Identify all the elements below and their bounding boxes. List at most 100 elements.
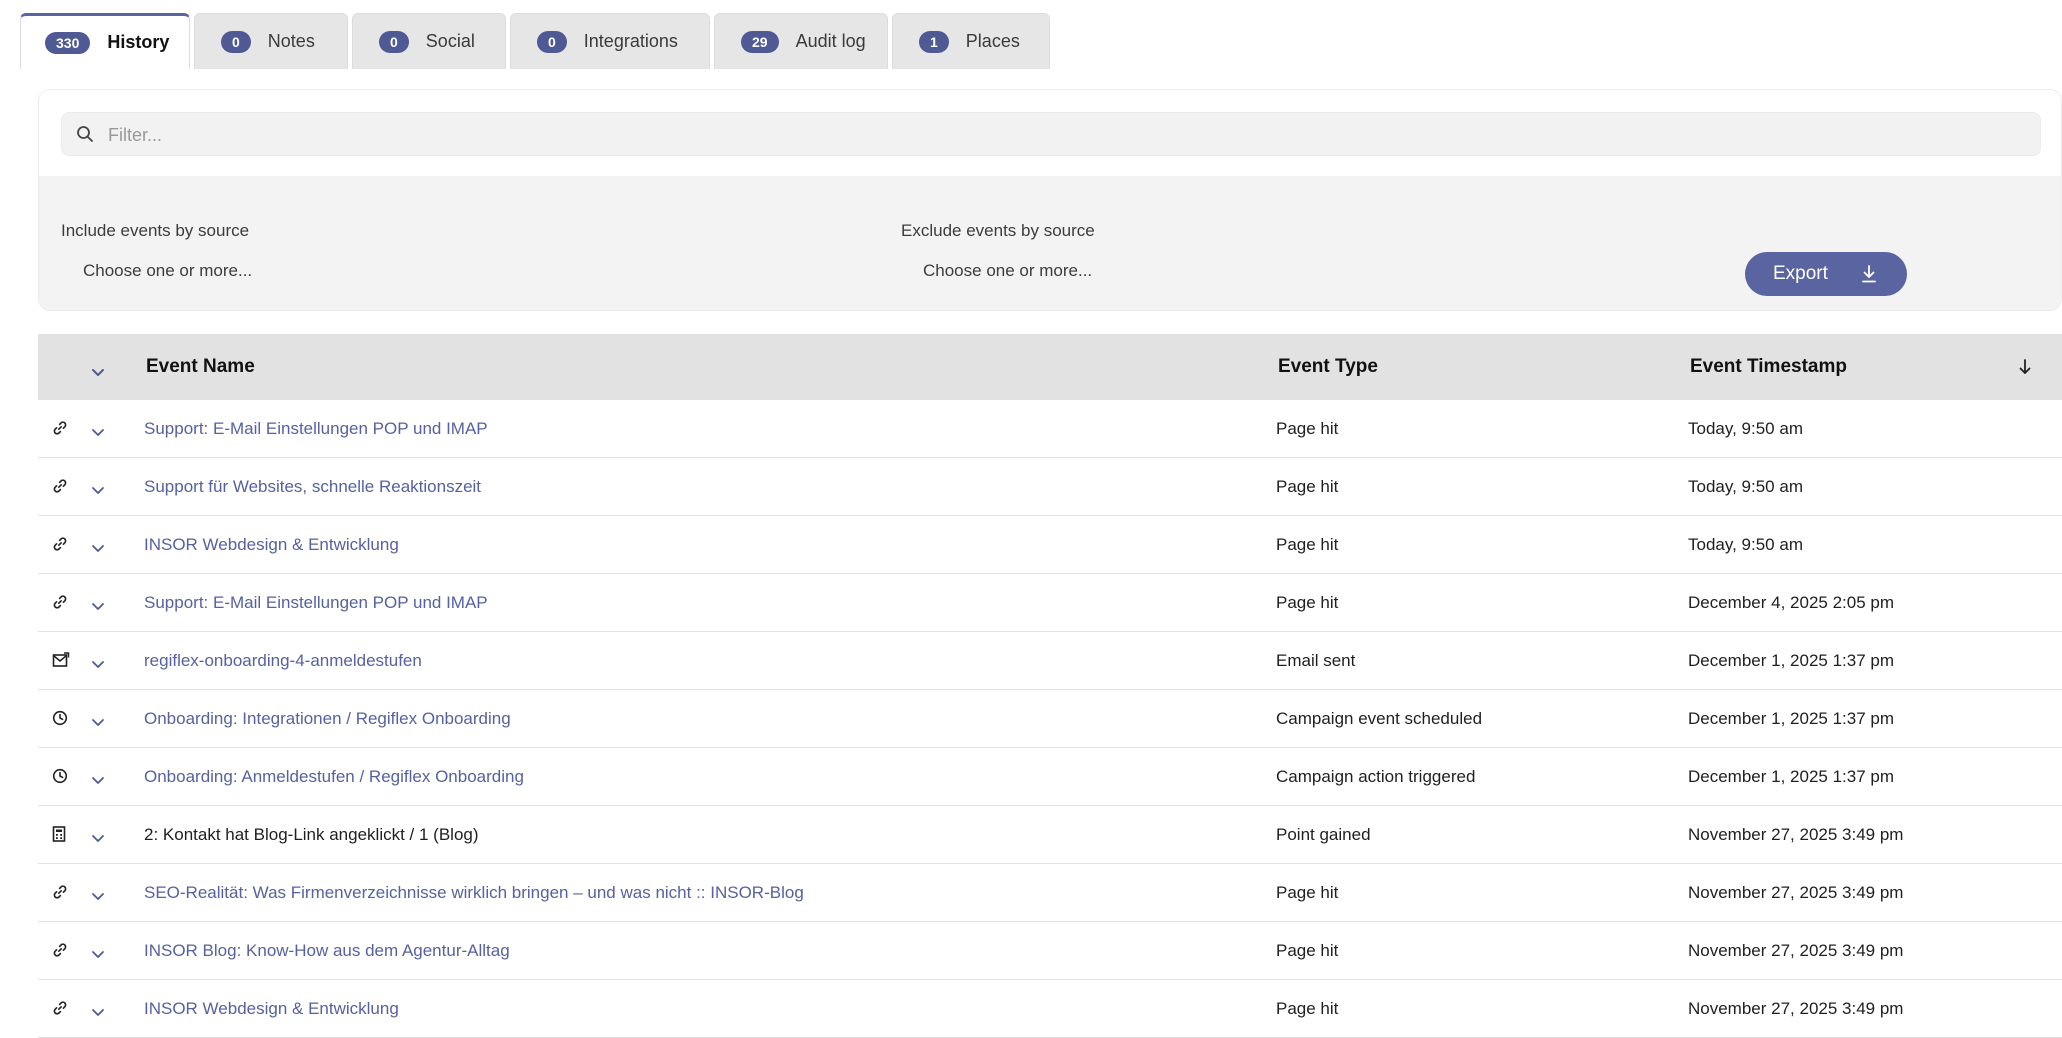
include-source-select[interactable]: Choose one or more... bbox=[83, 261, 252, 281]
tab-count-badge: 0 bbox=[537, 30, 567, 53]
expand-all-chevron-icon[interactable] bbox=[91, 362, 115, 384]
clock-icon bbox=[52, 710, 82, 731]
tab-history[interactable]: 330 History bbox=[20, 13, 190, 69]
export-button[interactable]: Export bbox=[1745, 252, 1907, 296]
tab-places[interactable]: 1 Places bbox=[892, 13, 1050, 69]
row-expand-chevron-icon[interactable] bbox=[91, 771, 115, 791]
download-icon bbox=[1862, 265, 1876, 283]
row-expand-chevron-icon[interactable] bbox=[91, 481, 115, 501]
link-icon bbox=[52, 1000, 82, 1021]
event-name-link[interactable]: INSOR Blog: Know-How aus dem Agentur-All… bbox=[144, 922, 510, 980]
event-name-link[interactable]: INSOR Webdesign & Entwicklung bbox=[144, 980, 399, 1038]
row-expand-chevron-icon[interactable] bbox=[91, 597, 115, 617]
source-filters: Include events by source Choose one or m… bbox=[39, 176, 2061, 310]
event-timestamp: December 1, 2025 1:37 pm bbox=[1688, 709, 1895, 728]
header-event-timestamp[interactable]: Event Timestamp bbox=[1690, 334, 1847, 400]
event-type: Page hit bbox=[1276, 419, 1339, 438]
event-type: Page hit bbox=[1276, 477, 1339, 496]
event-name-link[interactable]: Support: E-Mail Einstellungen POP und IM… bbox=[144, 574, 488, 632]
search-area bbox=[39, 90, 2061, 176]
clock-icon bbox=[52, 768, 82, 789]
tab-count-badge: 29 bbox=[741, 30, 779, 53]
row-expand-chevron-icon[interactable] bbox=[91, 829, 115, 849]
table-row: Support: E-Mail Einstellungen POP und IM… bbox=[38, 574, 2062, 632]
tab-label: Places bbox=[965, 31, 1020, 51]
search-box[interactable] bbox=[61, 112, 2041, 157]
header-event-name[interactable]: Event Name bbox=[146, 334, 255, 400]
filter-input[interactable] bbox=[106, 113, 2030, 157]
tab-label: Integrations bbox=[583, 31, 678, 51]
tab-count-badge: 0 bbox=[221, 30, 251, 53]
tab-social[interactable]: 0 Social bbox=[352, 13, 506, 69]
event-timestamp: November 27, 2025 3:49 pm bbox=[1688, 941, 1904, 960]
exclude-source-select[interactable]: Choose one or more... bbox=[923, 261, 1092, 281]
event-timestamp: November 27, 2025 3:49 pm bbox=[1688, 825, 1904, 844]
event-type: Campaign event scheduled bbox=[1276, 709, 1483, 728]
event-timestamp: November 27, 2025 3:49 pm bbox=[1688, 883, 1904, 902]
row-expand-chevron-icon[interactable] bbox=[91, 655, 115, 675]
tab-label: Social bbox=[425, 31, 475, 51]
include-label: Include events by source bbox=[61, 221, 250, 240]
row-expand-chevron-icon[interactable] bbox=[91, 423, 115, 443]
tab-bar: 330 History 0 Notes 0 Social 0 Integrations 29 Au… bbox=[20, 13, 1050, 69]
table-row: Onboarding: Anmeldestufen / Regiflex Onb… bbox=[38, 748, 2062, 806]
row-expand-chevron-icon[interactable] bbox=[91, 945, 115, 965]
tab-audit-log[interactable]: 29 Audit log bbox=[714, 13, 888, 69]
tab-count-badge: 0 bbox=[379, 30, 409, 53]
table-row: INSOR Webdesign & Entwicklung Page hit Nov… bbox=[38, 980, 2062, 1038]
event-name-link[interactable]: INSOR Webdesign & Entwicklung bbox=[144, 516, 399, 574]
event-name-link[interactable]: Onboarding: Integrationen / Regiflex Onb… bbox=[144, 690, 511, 748]
header-event-type[interactable]: Event Type bbox=[1278, 334, 1378, 400]
calculator-icon bbox=[52, 826, 82, 847]
event-timestamp: December 1, 2025 1:37 pm bbox=[1688, 651, 1895, 670]
link-icon bbox=[52, 420, 82, 441]
link-icon bbox=[52, 478, 82, 499]
table-row: Support für Websites, schnelle Reaktions… bbox=[38, 458, 2062, 516]
table-row: INSOR Blog: Know-How aus dem Agentur-All… bbox=[38, 922, 2062, 980]
tab-count-badge: 1 bbox=[919, 30, 949, 53]
table-row: 2: Kontakt hat Blog-Link angeklickt / 1 … bbox=[38, 806, 2062, 864]
tab-label: Audit log bbox=[795, 31, 866, 51]
link-icon bbox=[52, 594, 82, 615]
event-name-link[interactable]: Support für Websites, schnelle Reaktions… bbox=[144, 458, 481, 516]
link-icon bbox=[52, 536, 82, 557]
event-type: Email sent bbox=[1276, 651, 1356, 670]
table-row: Onboarding: Integrationen / Regiflex Onb… bbox=[38, 690, 2062, 748]
event-timestamp: Today, 9:50 am bbox=[1688, 535, 1803, 554]
event-type: Page hit bbox=[1276, 535, 1339, 554]
event-name-link[interactable]: SEO-Realität: Was Firmenverzeichnisse wi… bbox=[144, 864, 804, 922]
event-timestamp: Today, 9:50 am bbox=[1688, 419, 1803, 438]
event-type: Page hit bbox=[1276, 941, 1339, 960]
link-icon bbox=[52, 884, 82, 905]
tab-count-badge: 330 bbox=[45, 31, 91, 54]
table-row: Support: E-Mail Einstellungen POP und IM… bbox=[38, 400, 2062, 458]
table-row: regiflex-onboarding-4-anmeldestufen Email… bbox=[38, 632, 2062, 690]
row-expand-chevron-icon[interactable] bbox=[91, 1003, 115, 1023]
event-name: 2: Kontakt hat Blog-Link angeklickt / 1 … bbox=[144, 825, 479, 844]
event-timestamp: December 4, 2025 2:05 pm bbox=[1688, 593, 1895, 612]
event-type: Campaign action triggered bbox=[1276, 767, 1476, 786]
tab-notes[interactable]: 0 Notes bbox=[194, 13, 348, 69]
row-expand-chevron-icon[interactable] bbox=[91, 713, 115, 733]
event-type: Page hit bbox=[1276, 883, 1339, 902]
event-type: Point gained bbox=[1276, 825, 1371, 844]
event-timestamp: Today, 9:50 am bbox=[1688, 477, 1803, 496]
search-icon bbox=[77, 126, 93, 142]
event-name-link[interactable]: Onboarding: Anmeldestufen / Regiflex Onb… bbox=[144, 748, 524, 806]
tab-label: Notes bbox=[267, 31, 315, 51]
row-expand-chevron-icon[interactable] bbox=[91, 887, 115, 907]
event-type: Page hit bbox=[1276, 999, 1339, 1018]
row-expand-chevron-icon[interactable] bbox=[91, 539, 115, 559]
event-timestamp: December 1, 2025 1:37 pm bbox=[1688, 767, 1895, 786]
tab-integrations[interactable]: 0 Integrations bbox=[510, 13, 710, 69]
table-row: INSOR Webdesign & Entwicklung Page hit Tod… bbox=[38, 516, 2062, 574]
table-header: Event Name Event Type Event Timestamp bbox=[38, 334, 2062, 400]
exclude-label: Exclude events by source bbox=[901, 221, 1095, 240]
sort-desc-arrow-icon[interactable] bbox=[2018, 358, 2032, 376]
filter-panel: Include events by source Choose one or m… bbox=[38, 89, 2062, 311]
email-sent-icon bbox=[52, 652, 82, 673]
export-label: Export bbox=[1773, 263, 1828, 284]
event-name-link[interactable]: regiflex-onboarding-4-anmeldestufen bbox=[144, 632, 422, 690]
event-name-link[interactable]: Support: E-Mail Einstellungen POP und IM… bbox=[144, 400, 488, 458]
link-icon bbox=[52, 942, 82, 963]
